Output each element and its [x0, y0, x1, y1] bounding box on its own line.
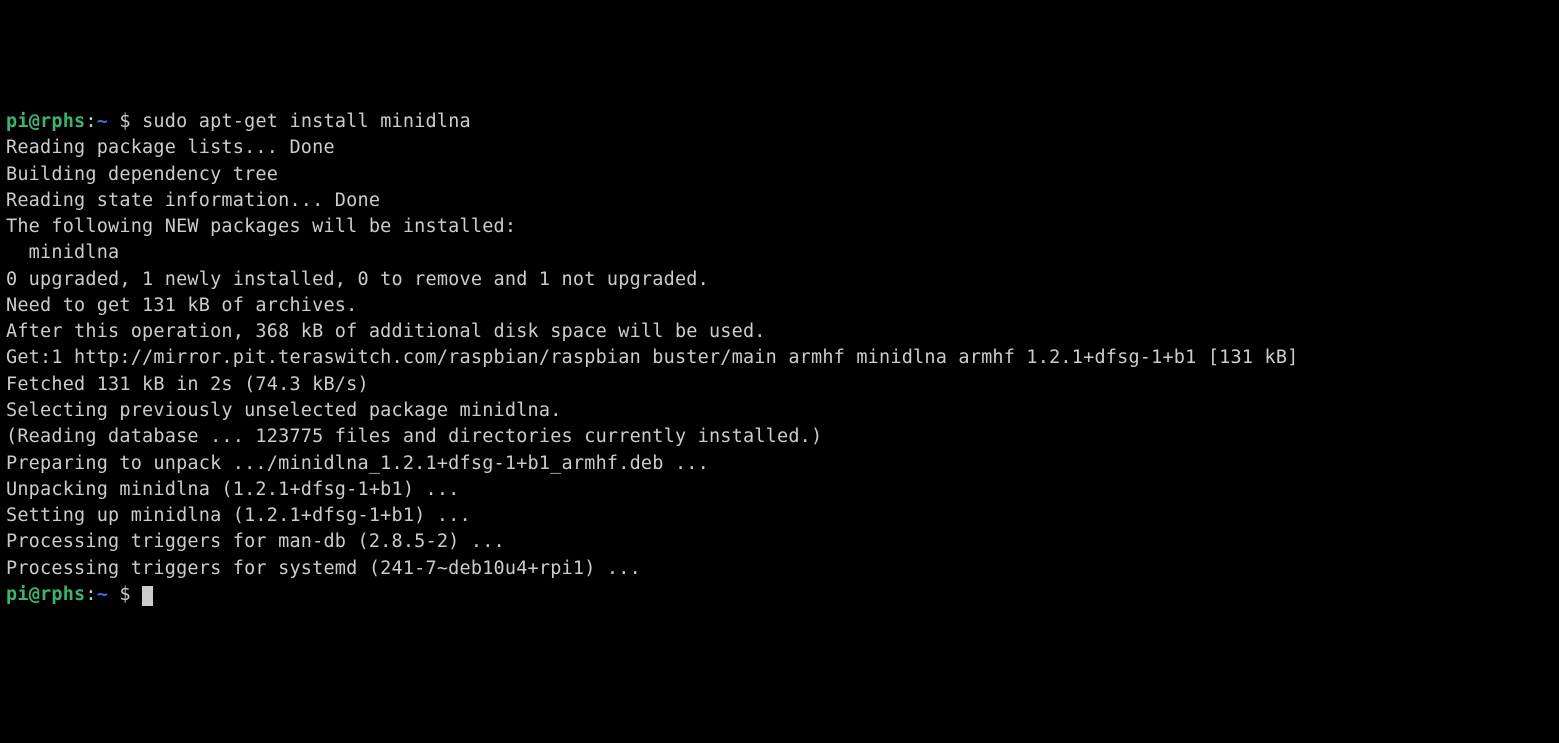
terminal[interactable]: pi@rphs:~ $ sudo apt-get install minidln… [6, 109, 1553, 608]
prompt-user: pi [6, 584, 29, 605]
output-line: Processing triggers for man-db (2.8.5-2)… [6, 531, 505, 552]
prompt-dollar: $ [108, 584, 142, 605]
prompt-path: ~ [97, 584, 108, 605]
prompt-host: rphs [40, 111, 85, 132]
output-line: After this operation, 368 kB of addition… [6, 321, 766, 342]
cursor-icon [142, 586, 153, 606]
output-line: Building dependency tree [6, 164, 278, 185]
output-line: Processing triggers for systemd (241-7~d… [6, 558, 641, 579]
output-line: Get:1 http://mirror.pit.teraswitch.com/r… [6, 347, 1299, 368]
prompt-user: pi [6, 111, 29, 132]
prompt-dollar: $ [108, 111, 142, 132]
output-line: Fetched 131 kB in 2s (74.3 kB/s) [6, 374, 369, 395]
output-line: (Reading database ... 123775 files and d… [6, 426, 822, 447]
prompt-line: pi@rphs:~ $ sudo apt-get install minidln… [6, 111, 471, 132]
output-line: The following NEW packages will be insta… [6, 216, 516, 237]
prompt-line: pi@rphs:~ $ [6, 584, 153, 605]
output-line: Selecting previously unselected package … [6, 400, 562, 421]
output-line: Need to get 131 kB of archives. [6, 295, 357, 316]
prompt-colon: : [85, 584, 96, 605]
output-line: Reading package lists... Done [6, 137, 335, 158]
output-line: Setting up minidlna (1.2.1+dfsg-1+b1) ..… [6, 505, 471, 526]
prompt-path: ~ [97, 111, 108, 132]
output-line: Preparing to unpack .../minidlna_1.2.1+d… [6, 453, 709, 474]
prompt-at: @ [29, 584, 40, 605]
output-line: Reading state information... Done [6, 190, 380, 211]
typed-command: sudo apt-get install minidlna [142, 111, 471, 132]
output-line: minidlna [6, 242, 119, 263]
prompt-at: @ [29, 111, 40, 132]
output-line: Unpacking minidlna (1.2.1+dfsg-1+b1) ... [6, 479, 460, 500]
prompt-colon: : [85, 111, 96, 132]
prompt-host: rphs [40, 584, 85, 605]
output-line: 0 upgraded, 1 newly installed, 0 to remo… [6, 269, 709, 290]
